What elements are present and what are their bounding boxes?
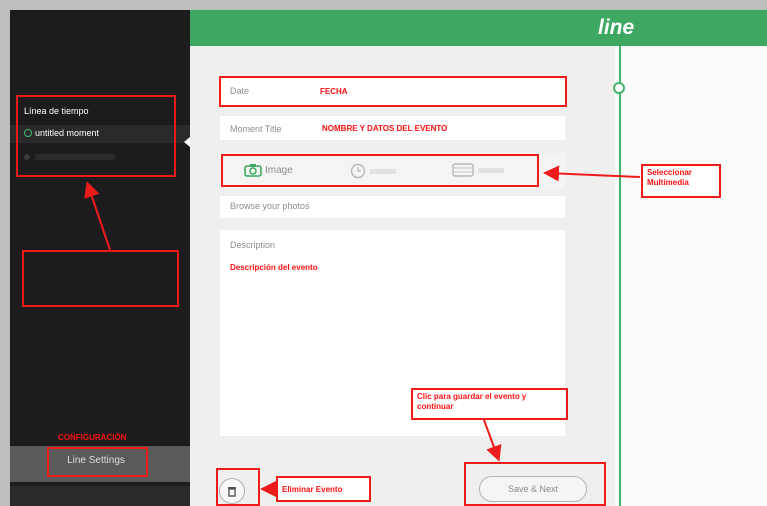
top-header	[190, 10, 767, 46]
highlight-delete	[216, 468, 260, 506]
moment-title-field[interactable]: Moment Title NOMBRE Y DATOS DEL EVENTO	[220, 116, 565, 140]
annotation-eliminar: Eliminar Evento	[276, 476, 371, 502]
highlight-date	[219, 76, 567, 107]
annotation-nombre: NOMBRE Y DATOS DEL EVENTO	[322, 124, 448, 133]
browse-photos-label: Browse your photos	[230, 201, 310, 211]
timeline-node-icon[interactable]	[613, 82, 625, 94]
highlight-media	[221, 154, 539, 187]
annotation-seleccionar: Seleccionar Multimedia	[641, 164, 721, 198]
line-logo: line	[598, 16, 635, 39]
timeline-line	[619, 46, 621, 506]
annotation-configuracion: CONFIGURACIÓN	[58, 433, 127, 442]
highlight-settings	[47, 447, 148, 477]
sidebar-footer	[10, 486, 190, 506]
description-label: Description	[230, 240, 276, 250]
browse-photos-field[interactable]: Browse your photos	[220, 196, 565, 218]
highlight-save	[464, 462, 606, 506]
timeline-panel	[615, 46, 767, 506]
annotation-sidebar-note	[22, 250, 179, 307]
moment-title-label: Moment Title	[230, 124, 282, 134]
annotation-guardar: Clic para guardar el evento y continuar	[411, 388, 568, 420]
highlight-sidebar-items	[16, 95, 176, 177]
annotation-descripcion: Descripción del evento	[230, 263, 318, 272]
